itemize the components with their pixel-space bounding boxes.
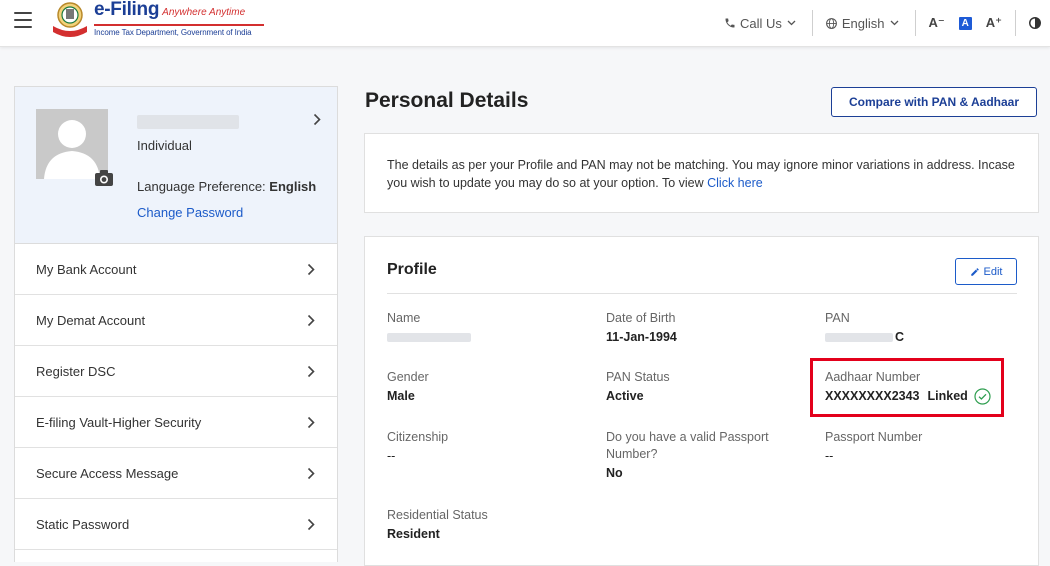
chevron-right-icon xyxy=(307,263,315,275)
page-title: Personal Details xyxy=(365,89,529,112)
globe-icon xyxy=(825,17,837,29)
contrast-toggle-icon[interactable] xyxy=(1028,16,1042,30)
brand-underline xyxy=(94,24,264,26)
font-size-controls: A⁻ A A⁺ xyxy=(916,12,1016,34)
language-preference: Language Preference: English xyxy=(137,179,316,194)
avatar[interactable] xyxy=(36,109,108,179)
header-tools: Call Us English A⁻ A A⁺ xyxy=(712,0,1050,46)
sidebar-item-static-password[interactable]: Static Password xyxy=(15,499,337,550)
aadhaar-highlight-box xyxy=(810,358,1004,417)
chevron-right-icon xyxy=(307,365,315,377)
sidebar-item-demat-account[interactable]: My Demat Account xyxy=(15,295,337,346)
user-silhouette-icon xyxy=(36,109,108,179)
sidebar-item-label: E-filing Vault-Higher Security xyxy=(36,414,202,430)
sidebar-item-label: Static Password xyxy=(36,516,130,532)
camera-icon[interactable] xyxy=(95,170,113,186)
font-normal-button[interactable]: A xyxy=(958,16,972,30)
pan-field: PAN C xyxy=(825,310,904,346)
passport-question-label: Do you have a valid Passport Number? xyxy=(606,430,769,461)
chevron-right-icon xyxy=(307,314,315,326)
profile-summary-card[interactable]: Individual Language Preference: English … xyxy=(15,87,337,244)
pan-value-suffix: C xyxy=(895,330,905,344)
brand-subtitle: Income Tax Department, Government of Ind… xyxy=(94,28,252,37)
pan-value: C xyxy=(825,329,904,346)
passport-number-label: Passport Number xyxy=(825,430,923,444)
chevron-right-icon xyxy=(307,518,315,530)
gender-label: Gender xyxy=(387,370,429,384)
name-label: Name xyxy=(387,311,421,325)
sidebar-item-efiling-vault[interactable]: E-filing Vault-Higher Security xyxy=(15,397,337,448)
dob-field: Date of Birth 11-Jan-1994 xyxy=(606,310,677,346)
national-emblem-logo[interactable] xyxy=(50,0,90,40)
passport-number-value: -- xyxy=(825,449,834,463)
edit-profile-button[interactable]: Edit xyxy=(955,258,1017,285)
call-us-dropdown[interactable]: Call Us xyxy=(712,12,812,34)
language-preference-label: Language Preference: xyxy=(137,179,270,194)
residential-status-value: Resident xyxy=(387,527,440,541)
profile-details-card: Profile Edit Name Date of Birth 11-Jan-1… xyxy=(364,236,1039,566)
chevron-down-icon xyxy=(787,20,796,26)
residential-status-label: Residential Status xyxy=(387,508,488,522)
profile-notice: The details as per your Profile and PAN … xyxy=(364,133,1039,213)
change-password-link[interactable]: Change Password xyxy=(137,205,243,220)
profile-sidebar: Individual Language Preference: English … xyxy=(14,86,338,562)
font-decrease-button[interactable]: A⁻ xyxy=(929,15,945,31)
header-divider xyxy=(1015,10,1016,36)
pencil-icon xyxy=(970,267,979,276)
pan-label: PAN xyxy=(825,311,850,325)
dob-label: Date of Birth xyxy=(606,311,676,325)
sidebar-item-secure-access-message[interactable]: Secure Access Message xyxy=(15,448,337,499)
pan-status-field: PAN Status Active xyxy=(606,369,670,405)
user-name-redacted xyxy=(137,115,239,129)
font-increase-button[interactable]: A⁺ xyxy=(986,15,1002,31)
dob-value: 11-Jan-1994 xyxy=(606,330,677,344)
language-label: English xyxy=(841,15,885,31)
brand-block[interactable]: e-Filing Anywhere Anytime Income Tax Depa… xyxy=(94,0,264,37)
notice-text: The details as per your Profile and PAN … xyxy=(387,158,1015,190)
profile-divider xyxy=(387,293,1017,294)
chevron-right-icon xyxy=(307,467,315,479)
residential-status-field: Residential Status Resident xyxy=(387,507,488,543)
language-dropdown[interactable]: English xyxy=(813,12,915,34)
edit-label: Edit xyxy=(983,265,1003,278)
pan-status-label: PAN Status xyxy=(606,370,670,384)
sidebar-item-bank-account[interactable]: My Bank Account xyxy=(15,244,337,295)
citizenship-value: -- xyxy=(387,449,396,463)
sidebar-item-label: My Demat Account xyxy=(36,312,146,328)
brand-title: e-Filing Anywhere Anytime xyxy=(94,0,246,20)
compare-pan-aadhaar-button[interactable]: Compare with PAN & Aadhaar xyxy=(831,87,1037,117)
citizenship-label: Citizenship xyxy=(387,430,449,444)
call-us-label: Call Us xyxy=(739,15,782,31)
language-preference-value: English xyxy=(269,179,317,194)
passport-question-value: No xyxy=(606,466,623,480)
chevron-right-icon[interactable] xyxy=(313,113,321,126)
chevron-down-icon xyxy=(890,20,898,26)
phone-icon xyxy=(725,18,735,28)
notice-click-here-link[interactable]: Click here xyxy=(707,176,763,190)
profile-heading: Profile xyxy=(387,261,437,278)
hamburger-menu-icon[interactable] xyxy=(14,12,32,28)
gender-field: Gender Male xyxy=(387,369,429,405)
gender-value: Male xyxy=(387,389,415,403)
top-header: e-Filing Anywhere Anytime Income Tax Depa… xyxy=(0,0,1050,47)
user-type-label: Individual xyxy=(137,138,192,153)
name-field: Name xyxy=(387,310,471,346)
sidebar-item-label: My Bank Account xyxy=(36,261,137,277)
citizenship-field: Citizenship -- xyxy=(387,429,448,465)
passport-question-field: Do you have a valid Passport Number? No xyxy=(606,429,806,482)
name-value-redacted xyxy=(387,329,471,346)
pan-status-value: Active xyxy=(606,389,644,403)
passport-number-field: Passport Number -- xyxy=(825,429,922,465)
brand-tagline: Anywhere Anytime xyxy=(162,7,246,18)
chevron-right-icon xyxy=(307,416,315,428)
sidebar-item-label: Secure Access Message xyxy=(36,465,179,481)
sidebar-item-register-dsc[interactable]: Register DSC xyxy=(15,346,337,397)
sidebar-item-label: Register DSC xyxy=(36,363,116,379)
